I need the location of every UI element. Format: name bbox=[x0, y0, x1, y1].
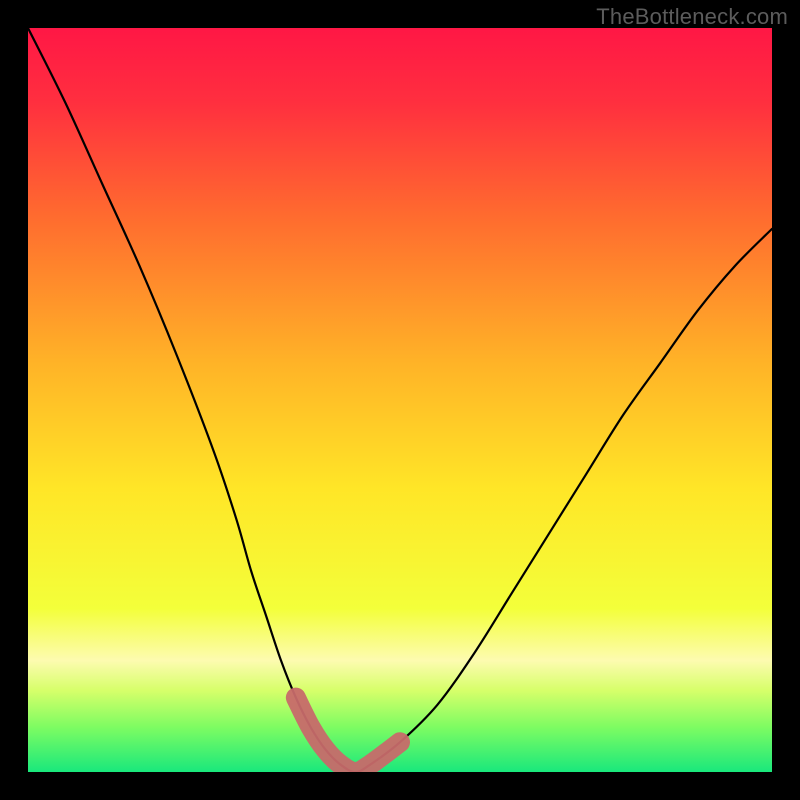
plot-area bbox=[28, 28, 772, 772]
bottleneck-chart-svg bbox=[28, 28, 772, 772]
watermark-text: TheBottleneck.com bbox=[596, 4, 788, 30]
gradient-background bbox=[28, 28, 772, 772]
chart-container: TheBottleneck.com bbox=[0, 0, 800, 800]
